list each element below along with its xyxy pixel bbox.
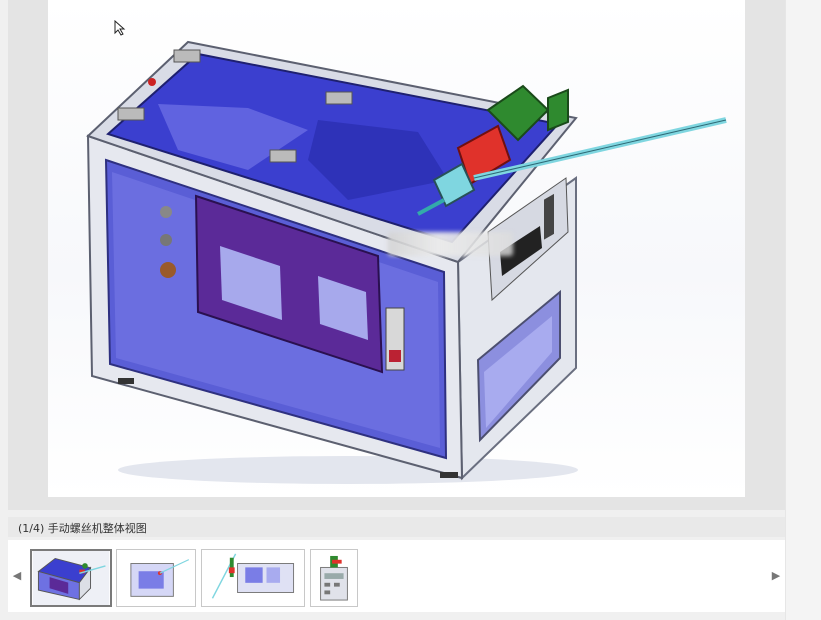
caption-bar: (1/4) 手动螺丝机整体视图 [8, 517, 785, 537]
thumbnail-1-image [32, 551, 110, 605]
thumbnail-strip: ◀ ▶ [8, 540, 785, 612]
scrollbar-area[interactable] [785, 0, 821, 620]
thumbnail-4[interactable] [310, 549, 358, 607]
thumbnail-1[interactable] [30, 549, 112, 607]
arrow-cursor-icon [114, 20, 126, 36]
thumbnail-4-image [311, 550, 357, 606]
thumbnail-2-image [117, 550, 195, 606]
thumbnail-3-image [202, 550, 304, 606]
image-caption: (1/4) 手动螺丝机整体视图 [18, 522, 147, 535]
image-viewer[interactable] [48, 0, 745, 497]
thumbnail-2[interactable] [116, 549, 196, 607]
triangle-right-icon[interactable]: ▶ [771, 568, 781, 582]
triangle-left-icon[interactable]: ◀ [12, 568, 22, 582]
thumbnail-3[interactable] [201, 549, 305, 607]
blurred-annotation [388, 232, 513, 256]
